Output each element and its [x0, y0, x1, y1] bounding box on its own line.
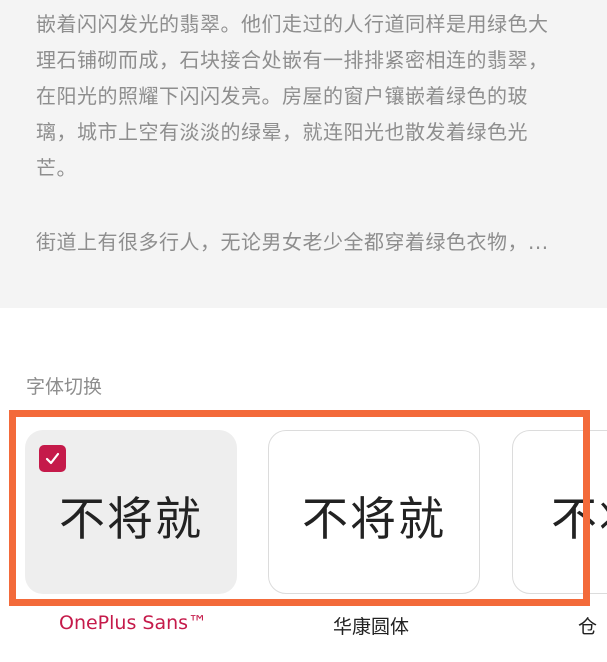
font-sample: 不将就: [551, 492, 607, 546]
font-name-third[interactable]: 仓: [578, 612, 597, 639]
font-name-huakang-yuanti[interactable]: 华康圆体: [333, 612, 409, 639]
font-card-third[interactable]: 不将就: [512, 430, 607, 594]
font-card-oneplus-sans[interactable]: 不将就: [25, 430, 237, 594]
font-sample: 不将就: [59, 492, 203, 546]
checkmark-icon: [39, 445, 66, 472]
font-sample: 不将就: [302, 492, 446, 546]
font-card-huakang-yuanti[interactable]: 不将就: [268, 430, 480, 594]
font-options-row[interactable]: 不将就 不将就 不将就 OnePlus Sans™ 华康圆体 仓: [0, 0, 607, 662]
font-name-oneplus-sans[interactable]: OnePlus Sans™: [59, 612, 207, 634]
